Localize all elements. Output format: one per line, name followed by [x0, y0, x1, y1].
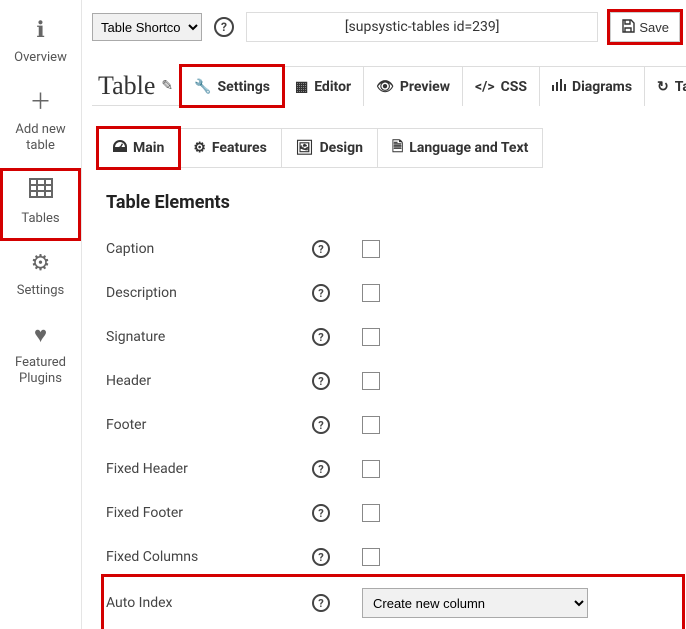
settings-subtabs: Main ⚙ Features 🖼 Design 🗎 Language and …: [92, 128, 686, 168]
label-signature: Signature: [106, 329, 306, 345]
gear-icon: ⚙: [31, 251, 51, 277]
row-fixed-header: Fixed Header ?: [106, 447, 686, 491]
help-icon[interactable]: ?: [214, 17, 234, 37]
subtab-features[interactable]: ⚙ Features: [178, 128, 281, 168]
help-icon[interactable]: ?: [312, 372, 330, 390]
subtab-design[interactable]: 🖼 Design: [281, 128, 378, 168]
info-icon: ℹ: [36, 18, 44, 44]
row-caption: Caption ?: [106, 227, 686, 271]
checkbox-fixed-footer[interactable]: [362, 504, 380, 522]
help-icon[interactable]: ?: [312, 328, 330, 346]
chart-icon: [552, 79, 566, 95]
wrench-icon: 🔧: [194, 79, 211, 95]
sidebar-item-label: Featured Plugins: [4, 355, 77, 386]
sidebar-item-settings[interactable]: ⚙ Settings: [0, 241, 81, 313]
row-description: Description ?: [106, 271, 686, 315]
row-signature: Signature ?: [106, 315, 686, 359]
row-footer: Footer ?: [106, 403, 686, 447]
checkbox-signature[interactable]: [362, 328, 380, 346]
shortcode-type-select[interactable]: Table Shortcode: [92, 13, 202, 41]
label-fixed-header: Fixed Header: [106, 461, 306, 477]
save-button[interactable]: Save: [610, 12, 680, 42]
label-description: Description: [106, 285, 306, 301]
label-caption: Caption: [106, 241, 306, 257]
sidebar-item-add-new-table[interactable]: ＋ Add new table: [0, 80, 81, 168]
help-icon[interactable]: ?: [312, 504, 330, 522]
heart-icon: ♥: [34, 323, 47, 349]
sidebar-item-label: Overview: [14, 50, 67, 66]
sidebar-item-featured-plugins[interactable]: ♥ Featured Plugins: [0, 313, 81, 401]
row-fixed-columns: Fixed Columns ?: [106, 535, 686, 579]
tab-preview[interactable]: 👁 Preview: [363, 66, 463, 106]
shortcode-display[interactable]: [supsystic-tables id=239]: [246, 12, 598, 42]
page-title: Table ✎: [98, 71, 173, 101]
checkbox-footer[interactable]: [362, 416, 380, 434]
gears-icon: ⚙: [193, 140, 206, 156]
label-fixed-columns: Fixed Columns: [106, 549, 306, 565]
help-icon[interactable]: ?: [312, 594, 330, 612]
label-header: Header: [106, 373, 306, 389]
code-icon: </>: [475, 79, 495, 95]
help-icon[interactable]: ?: [312, 548, 330, 566]
label-footer: Footer: [106, 417, 306, 433]
help-icon[interactable]: ?: [312, 240, 330, 258]
edit-title-icon[interactable]: ✎: [161, 78, 173, 95]
plus-icon: ＋: [29, 90, 51, 116]
sidebar-item-tables[interactable]: Tables: [0, 168, 81, 241]
sidebar-item-label: Add new table: [4, 122, 77, 153]
admin-sidebar: ℹ Overview ＋ Add new table Tables ⚙ Sett…: [0, 0, 82, 629]
tab-table[interactable]: ↻ Tabl: [644, 66, 686, 106]
checkbox-header[interactable]: [362, 372, 380, 390]
section-title: Table Elements: [106, 192, 686, 213]
save-icon: [621, 19, 635, 36]
subtab-main[interactable]: Main: [98, 128, 179, 168]
label-auto-index: Auto Index: [106, 595, 306, 611]
help-icon[interactable]: ?: [312, 416, 330, 434]
image-icon: 🖼: [296, 140, 314, 156]
tab-diagrams[interactable]: Diagrams: [539, 66, 645, 106]
eye-icon: 👁: [376, 79, 394, 95]
checkbox-fixed-header[interactable]: [362, 460, 380, 478]
grid-icon: ▦: [295, 79, 308, 95]
row-fixed-footer: Fixed Footer ?: [106, 491, 686, 535]
sidebar-item-label: Tables: [21, 211, 59, 227]
table-elements-list: Caption ? Description ? Signature ? Head…: [92, 227, 686, 627]
sidebar-item-overview[interactable]: ℹ Overview: [0, 8, 81, 80]
tab-settings[interactable]: 🔧 Settings: [181, 66, 283, 106]
topbar: Table Shortcode ? [supsystic-tables id=2…: [92, 12, 686, 42]
document-icon: 🗎: [392, 136, 403, 160]
history-icon: ↻: [657, 79, 669, 95]
main-panel: Table Shortcode ? [supsystic-tables id=2…: [82, 0, 686, 629]
checkbox-caption[interactable]: [362, 240, 380, 258]
sidebar-item-label: Settings: [17, 283, 64, 299]
help-icon[interactable]: ?: [312, 460, 330, 478]
label-fixed-footer: Fixed Footer: [106, 505, 306, 521]
save-button-label: Save: [639, 20, 669, 35]
help-icon[interactable]: ?: [312, 284, 330, 302]
main-tabs: Table ✎ 🔧 Settings ▦ Editor 👁 Preview </…: [92, 66, 686, 106]
table-icon: [29, 178, 53, 205]
row-header: Header ?: [106, 359, 686, 403]
auto-index-select[interactable]: Create new column: [362, 588, 588, 618]
subtab-language[interactable]: 🗎 Language and Text: [377, 128, 543, 168]
tab-editor[interactable]: ▦ Editor: [282, 66, 364, 106]
tab-css[interactable]: </> CSS: [462, 66, 540, 106]
checkbox-fixed-columns[interactable]: [362, 548, 380, 566]
row-auto-index: Auto Index ? Create new column: [106, 579, 680, 627]
dashboard-icon: [113, 140, 127, 156]
checkbox-description[interactable]: [362, 284, 380, 302]
